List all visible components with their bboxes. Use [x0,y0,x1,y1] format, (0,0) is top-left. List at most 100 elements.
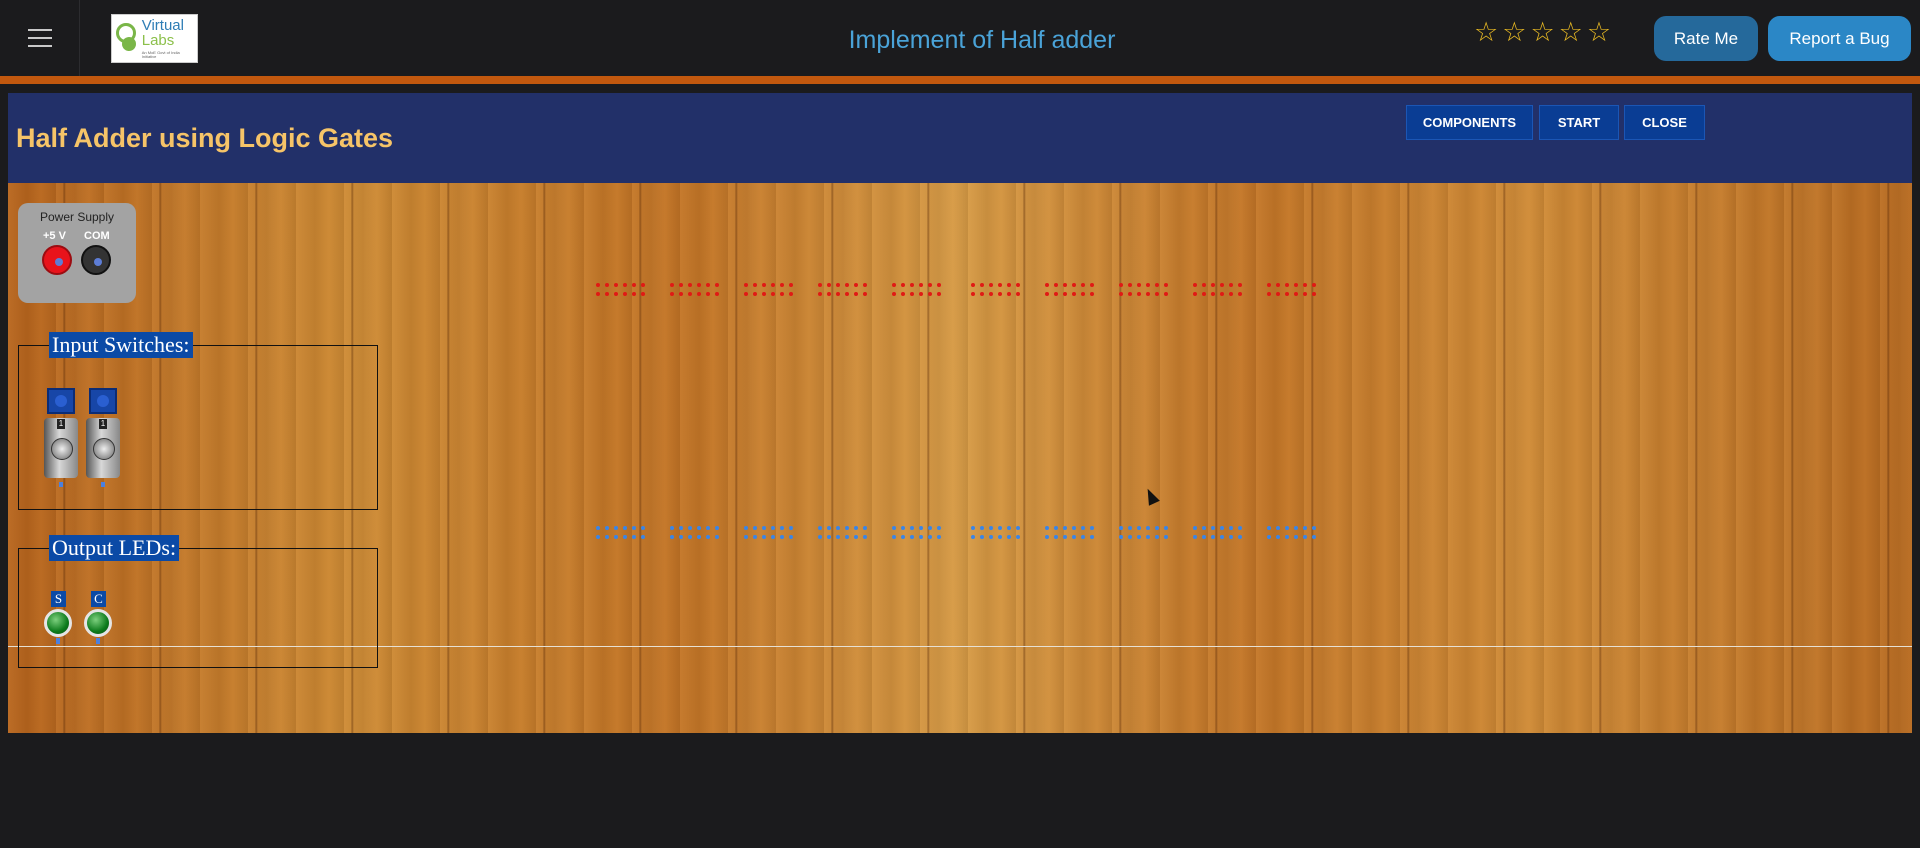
rail-hole[interactable] [771,283,775,287]
rail-hole[interactable] [1137,535,1141,539]
rail-hole[interactable] [762,526,766,530]
rail-hole[interactable] [1229,526,1233,530]
rail-hole-block[interactable] [1045,526,1094,539]
rail-hole[interactable] [1276,526,1280,530]
rail-hole[interactable] [910,292,914,296]
rail-hole[interactable] [1155,535,1159,539]
rail-hole[interactable] [863,283,867,287]
rail-hole[interactable] [706,292,710,296]
rail-hole[interactable] [1146,292,1150,296]
rail-hole[interactable] [980,526,984,530]
rail-hole[interactable] [863,535,867,539]
rail-hole[interactable] [1045,292,1049,296]
rail-hole[interactable] [1072,292,1076,296]
components-button[interactable]: COMPONENTS [1406,105,1533,140]
rail-hole[interactable] [1303,292,1307,296]
rail-hole[interactable] [818,526,822,530]
rail-hole[interactable] [1016,283,1020,287]
rail-hole[interactable] [1045,535,1049,539]
rail-hole[interactable] [1312,292,1316,296]
led-terminal[interactable] [96,638,100,644]
rail-hole[interactable] [1220,283,1224,287]
rail-hole[interactable] [1155,292,1159,296]
rail-hole[interactable] [928,526,932,530]
rail-hole[interactable] [827,283,831,287]
rail-hole[interactable] [632,535,636,539]
rail-hole[interactable] [989,292,993,296]
rail-hole[interactable] [854,526,858,530]
rail-hole[interactable] [1220,535,1224,539]
rail-hole[interactable] [762,535,766,539]
rail-hole[interactable] [919,535,923,539]
rail-hole[interactable] [1267,283,1271,287]
rail-hole[interactable] [1267,535,1271,539]
toggle-switch-icon[interactable] [86,418,120,478]
rail-hole[interactable] [670,526,674,530]
rail-hole[interactable] [780,283,784,287]
rail-hole[interactable] [818,292,822,296]
rail-hole-block[interactable] [1267,283,1316,296]
rail-hole[interactable] [1276,535,1280,539]
rail-hole[interactable] [614,535,618,539]
rail-hole[interactable] [1063,283,1067,287]
rail-hole[interactable] [1294,526,1298,530]
rail-hole[interactable] [780,526,784,530]
rail-hole[interactable] [1312,283,1316,287]
switch-cap[interactable] [47,388,75,414]
rail-hole[interactable] [928,283,932,287]
rail-hole[interactable] [1081,535,1085,539]
rail-hole[interactable] [1054,526,1058,530]
rail-hole[interactable] [605,292,609,296]
rail-hole[interactable] [892,283,896,287]
rail-hole[interactable] [1193,292,1197,296]
star-icon[interactable]: ☆ [1559,18,1583,46]
rail-hole[interactable] [1193,535,1197,539]
rail-hole[interactable] [910,526,914,530]
rail-hole[interactable] [827,292,831,296]
rail-hole[interactable] [632,283,636,287]
rail-hole[interactable] [706,283,710,287]
rail-hole[interactable] [998,535,1002,539]
rail-hole[interactable] [1220,292,1224,296]
rail-hole[interactable] [753,283,757,287]
rail-hole[interactable] [901,535,905,539]
rail-hole[interactable] [854,535,858,539]
rail-hole[interactable] [614,283,618,287]
rail-hole[interactable] [1164,526,1168,530]
rail-hole[interactable] [762,283,766,287]
rail-hole[interactable] [753,292,757,296]
rail-hole[interactable] [623,292,627,296]
rail-hole[interactable] [845,283,849,287]
rail-hole[interactable] [605,535,609,539]
rail-hole[interactable] [1119,283,1123,287]
rail-hole[interactable] [827,535,831,539]
rail-hole[interactable] [1090,292,1094,296]
rail-hole[interactable] [744,292,748,296]
rail-hole[interactable] [1119,292,1123,296]
star-icon[interactable]: ☆ [1502,18,1526,46]
rail-hole[interactable] [771,526,775,530]
rail-hole[interactable] [1285,292,1289,296]
rail-hole[interactable] [780,292,784,296]
rail-hole[interactable] [1137,526,1141,530]
rail-hole[interactable] [1294,292,1298,296]
rail-hole[interactable] [679,283,683,287]
com-terminal[interactable] [81,245,111,275]
rail-hole[interactable] [614,526,618,530]
switch-terminal[interactable] [101,482,105,487]
rail-hole[interactable] [1164,292,1168,296]
rail-hole-block[interactable] [670,526,719,539]
rail-hole[interactable] [863,292,867,296]
rail-hole[interactable] [1312,535,1316,539]
rail-hole[interactable] [623,283,627,287]
rail-hole[interactable] [641,535,645,539]
rate-me-button[interactable]: Rate Me [1654,16,1758,61]
rail-hole[interactable] [1063,526,1067,530]
rail-hole-block[interactable] [596,526,645,539]
rail-hole[interactable] [744,535,748,539]
rail-hole[interactable] [1211,535,1215,539]
rail-hole[interactable] [1229,535,1233,539]
rail-hole[interactable] [1090,283,1094,287]
rail-hole[interactable] [1137,283,1141,287]
rail-hole[interactable] [1238,292,1242,296]
